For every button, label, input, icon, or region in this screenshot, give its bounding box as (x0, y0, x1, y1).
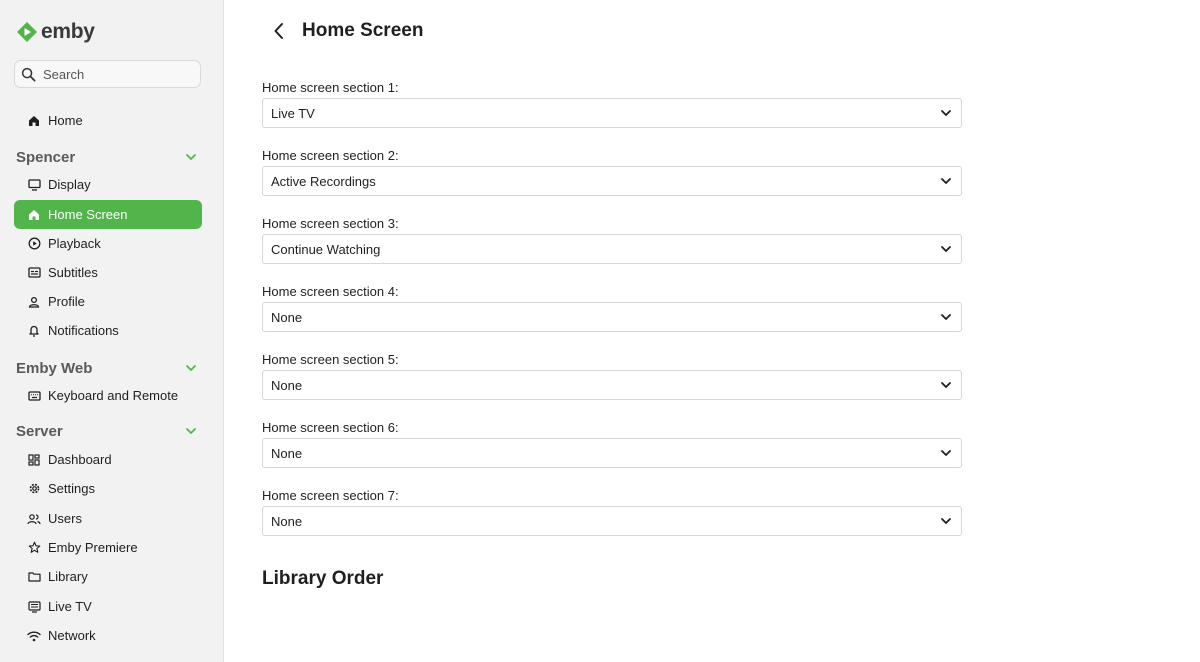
sidebar-item-label: Users (48, 511, 82, 526)
sidebar-item-notifications[interactable]: Notifications (14, 316, 202, 345)
sidebar-item-label: Library (48, 569, 88, 584)
sidebar-item-label: Live TV (48, 599, 92, 614)
chevron-down-icon (186, 154, 196, 160)
users-icon (27, 512, 41, 526)
sidebar-item-label: Profile (48, 294, 85, 309)
play-circle-icon (27, 237, 41, 251)
sidebar-item-label: Keyboard and Remote (48, 388, 179, 403)
sidebar-item-network[interactable]: Network (14, 621, 202, 650)
search-box[interactable] (14, 60, 201, 88)
select-value: None (271, 377, 303, 393)
section-2-label: Home screen section 2: (262, 148, 399, 163)
chevron-down-icon (941, 314, 951, 320)
sidebar-item-dashboard[interactable]: Dashboard (14, 445, 202, 474)
sidebar-item-label: Emby Premiere (48, 540, 138, 555)
section-1-label: Home screen section 1: (262, 80, 399, 95)
section-5-select[interactable]: None (262, 370, 962, 400)
chevron-down-icon (186, 365, 196, 371)
bell-icon (27, 324, 41, 338)
section-2-select[interactable]: Active Recordings (262, 166, 962, 196)
page-header: Home Screen (268, 18, 423, 44)
section-header-spencer[interactable]: Spencer (16, 147, 202, 167)
sidebar-item-home[interactable]: Home (14, 106, 202, 135)
gear-icon (27, 482, 41, 496)
section-header-emby-web[interactable]: Emby Web (16, 358, 202, 378)
section-title: Spencer (16, 148, 76, 166)
sidebar-item-settings[interactable]: Settings (14, 474, 202, 503)
logo-text: emby (41, 20, 95, 43)
section-title: Emby Web (16, 359, 93, 377)
sidebar-item-label: Playback (48, 236, 101, 251)
keyboard-icon (27, 389, 41, 403)
sidebar-item-keyboard-and-remote[interactable]: Keyboard and Remote (14, 381, 202, 410)
chevron-down-icon (186, 428, 196, 434)
section-3-label: Home screen section 3: (262, 216, 399, 231)
section-3-select[interactable]: Continue Watching (262, 234, 962, 264)
select-value: None (271, 513, 303, 529)
home-icon (27, 208, 41, 222)
sidebar-item-label: Home (48, 113, 83, 128)
tv-guide-icon (27, 600, 41, 614)
wifi-icon (27, 629, 41, 643)
search-icon (21, 67, 36, 81)
section-5-label: Home screen section 5: (262, 352, 399, 367)
page-title: Home Screen (302, 20, 424, 41)
chevron-left-icon (274, 23, 283, 39)
section-4-select[interactable]: None (262, 302, 962, 332)
emby-logo[interactable]: emby (16, 20, 95, 44)
section-title: Server (16, 422, 63, 440)
sidebar-item-label: Dashboard (48, 452, 112, 467)
sidebar-item-library[interactable]: Library (14, 562, 202, 591)
section-6-label: Home screen section 6: (262, 420, 399, 435)
select-value: Continue Watching (271, 241, 381, 257)
section-7-select[interactable]: None (262, 506, 962, 536)
sidebar-item-label: Network (48, 628, 96, 643)
section-1-select[interactable]: Live TV (262, 98, 962, 128)
search-input[interactable] (41, 65, 195, 83)
chevron-down-icon (941, 178, 951, 184)
chevron-down-icon (941, 382, 951, 388)
back-button[interactable] (268, 18, 290, 44)
chevron-down-icon (941, 450, 951, 456)
home-icon (27, 114, 41, 128)
select-value: None (271, 445, 303, 461)
sidebar-item-playback[interactable]: Playback (14, 229, 202, 258)
sidebar-item-emby-premiere[interactable]: Emby Premiere (14, 533, 202, 562)
sidebar-item-users[interactable]: Users (14, 504, 202, 533)
sidebar-item-home-screen[interactable]: Home Screen (14, 200, 202, 229)
folder-icon (27, 570, 41, 584)
select-value: None (271, 309, 303, 325)
star-icon (27, 541, 41, 555)
sidebar-item-label: Display (48, 177, 91, 192)
section-7-label: Home screen section 7: (262, 488, 399, 503)
dashboard-icon (27, 453, 41, 467)
section-4-label: Home screen section 4: (262, 284, 399, 299)
person-icon (27, 295, 41, 309)
sidebar-item-label: Notifications (48, 323, 119, 338)
sidebar-item-subtitles[interactable]: Subtitles (14, 258, 202, 287)
chevron-down-icon (941, 246, 951, 252)
sidebar-item-display[interactable]: Display (14, 170, 202, 199)
section-header-server[interactable]: Server (16, 421, 202, 441)
monitor-icon (27, 178, 41, 192)
sidebar-item-label: Home Screen (48, 207, 128, 222)
sidebar: emby Home Spencer Display Home Screen (0, 0, 224, 662)
sidebar-item-label: Settings (48, 481, 95, 496)
select-value: Active Recordings (271, 173, 376, 189)
select-value: Live TV (271, 105, 315, 121)
sidebar-item-live-tv[interactable]: Live TV (14, 592, 202, 621)
section-6-select[interactable]: None (262, 438, 962, 468)
chevron-down-icon (941, 518, 951, 524)
sidebar-item-label: Subtitles (48, 265, 98, 280)
chevron-down-icon (941, 110, 951, 116)
emby-logo-icon (17, 22, 37, 42)
library-order-heading: Library Order (262, 568, 384, 589)
subtitles-icon (27, 266, 41, 280)
sidebar-item-profile[interactable]: Profile (14, 287, 202, 316)
